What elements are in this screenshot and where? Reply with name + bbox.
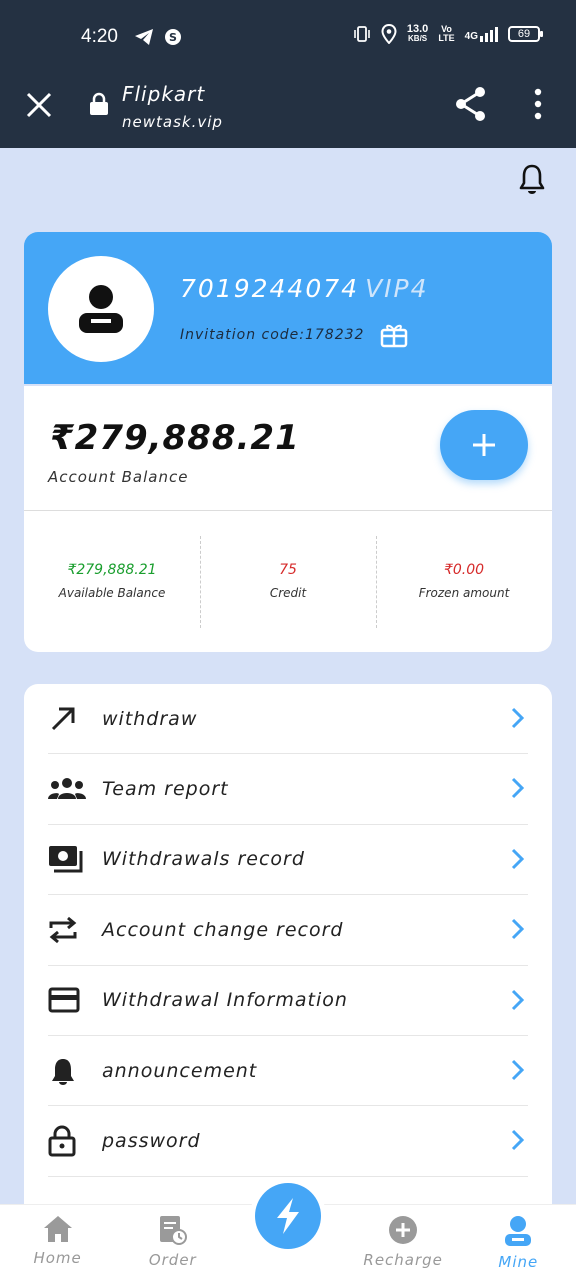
page-title: Flipkart — [122, 82, 206, 106]
network-speed: 13.0 KB/S — [407, 24, 428, 44]
nav-recharge[interactable]: Recharge — [346, 1205, 461, 1280]
menu-label: Account change record — [102, 918, 344, 941]
nav-label: Order — [148, 1251, 197, 1269]
stat-value: ₹0.00 — [443, 562, 485, 578]
lock-icon — [90, 92, 108, 115]
account-balance-label: Account Balance — [48, 468, 189, 486]
order-icon — [159, 1216, 187, 1245]
plus-icon — [473, 434, 495, 456]
network-type: 4G — [464, 30, 478, 42]
gift-icon[interactable] — [380, 322, 408, 348]
account-balance-amount: ₹279,888.21 — [50, 418, 300, 458]
more-options-icon[interactable] — [530, 88, 546, 120]
nav-mine[interactable]: Mine — [461, 1205, 576, 1280]
menu-label: password — [102, 1130, 201, 1153]
nav-label: Mine — [498, 1253, 539, 1271]
telegram-icon — [135, 29, 153, 45]
user-icon — [79, 285, 123, 333]
page-domain: newtask.vip — [122, 113, 223, 131]
nav-quick-action[interactable] — [250, 1178, 326, 1254]
shazam-icon: S — [165, 29, 181, 45]
stat-available-balance: ₹279,888.21 Available Balance — [24, 536, 200, 628]
user-phone: 7019244074 VIP4 — [180, 274, 429, 303]
chevron-right-icon — [511, 848, 524, 869]
menu-item-withdrawal-information[interactable]: Withdrawal Information — [48, 966, 528, 1036]
vibrate-icon — [354, 26, 370, 42]
chevron-right-icon — [511, 1130, 524, 1151]
menu-label: Team report — [102, 778, 229, 801]
swap-icon — [48, 910, 88, 950]
nav-order[interactable]: Order — [115, 1205, 230, 1280]
menu-item-withdrawals-record[interactable]: Withdrawals record — [48, 825, 528, 896]
user-icon — [505, 1216, 532, 1246]
card-icon — [48, 980, 88, 1020]
speed-unit: KB/S — [408, 34, 428, 43]
status-left-icons: S — [134, 28, 182, 46]
menu-card: withdraw Team report Withdrawals record … — [24, 684, 552, 1244]
battery-icon: 69 — [508, 26, 543, 42]
bell-icon — [48, 1051, 88, 1091]
divider — [24, 510, 552, 511]
profile-card: 7019244074 VIP4 Invitation code:178232 — [24, 232, 552, 384]
menu-label: Withdrawals record — [102, 848, 305, 871]
stat-credit: 75 Credit — [200, 536, 376, 628]
stat-label: Available Balance — [58, 586, 166, 600]
balance-stats: ₹279,888.21 Available Balance 75 Credit … — [24, 536, 552, 628]
invitation-code: Invitation code:178232 — [180, 327, 365, 343]
menu-label: announcement — [102, 1059, 258, 1082]
stat-frozen-amount: ₹0.00 Frozen amount — [376, 536, 552, 628]
home-icon — [43, 1216, 72, 1242]
avatar[interactable] — [48, 256, 154, 362]
speed-value: 13.0 — [406, 23, 429, 35]
quick-action-button[interactable] — [255, 1183, 321, 1249]
menu-label: Withdrawal Information — [102, 989, 348, 1012]
stat-label: Frozen amount — [418, 586, 510, 600]
menu-item-team-report[interactable]: Team report — [48, 754, 528, 825]
chevron-right-icon — [511, 919, 524, 940]
menu-item-account-change-record[interactable]: Account change record — [48, 895, 528, 966]
svg-text:S: S — [169, 31, 177, 44]
nav-home[interactable]: Home — [0, 1205, 115, 1280]
chevron-right-icon — [511, 989, 524, 1010]
notification-bell-icon[interactable] — [518, 163, 546, 195]
add-circle-icon — [389, 1216, 418, 1244]
balance-card: ₹279,888.21 Account Balance ₹279,888.21 … — [24, 386, 552, 652]
lightning-icon — [277, 1198, 299, 1234]
volte-indicator: Vo LTE — [438, 25, 454, 43]
phone-number: 7019244074 — [180, 274, 360, 303]
stat-value: ₹279,888.21 — [67, 562, 157, 578]
arrow-up-right-icon — [48, 699, 88, 739]
menu-item-withdraw[interactable]: withdraw — [48, 684, 528, 755]
chevron-right-icon — [511, 1059, 524, 1081]
nav-label: Home — [33, 1249, 82, 1267]
status-right-icons: 13.0 KB/S Vo LTE 4G 69 — [353, 24, 543, 44]
menu-item-password[interactable]: password — [48, 1106, 528, 1177]
browser-bar: Flipkart newtask.vip — [0, 76, 576, 148]
team-icon — [48, 769, 88, 809]
invitation-row: Invitation code:178232 — [180, 322, 408, 348]
location-icon — [381, 24, 397, 44]
signal-icon: 4G — [464, 26, 498, 42]
menu-label: withdraw — [102, 707, 198, 730]
status-time: 4:20 — [81, 26, 118, 47]
close-icon[interactable] — [24, 90, 54, 120]
stat-value: 75 — [279, 562, 297, 578]
add-funds-button[interactable] — [440, 410, 528, 480]
battery-level: 69 — [517, 28, 531, 40]
lock-icon — [48, 1121, 88, 1161]
menu-item-announcement[interactable]: announcement — [48, 1036, 528, 1107]
stat-label: Credit — [269, 586, 307, 600]
volte-bottom: LTE — [438, 33, 455, 43]
share-icon[interactable] — [454, 86, 488, 122]
status-bar: 4:20 S 13.0 KB/S Vo LTE 4G 69 — [0, 0, 576, 76]
vip-level: VIP4 — [365, 274, 429, 303]
chevron-right-icon — [511, 707, 524, 729]
nav-label: Recharge — [363, 1251, 443, 1269]
cash-icon — [48, 839, 88, 879]
chevron-right-icon — [511, 778, 524, 799]
